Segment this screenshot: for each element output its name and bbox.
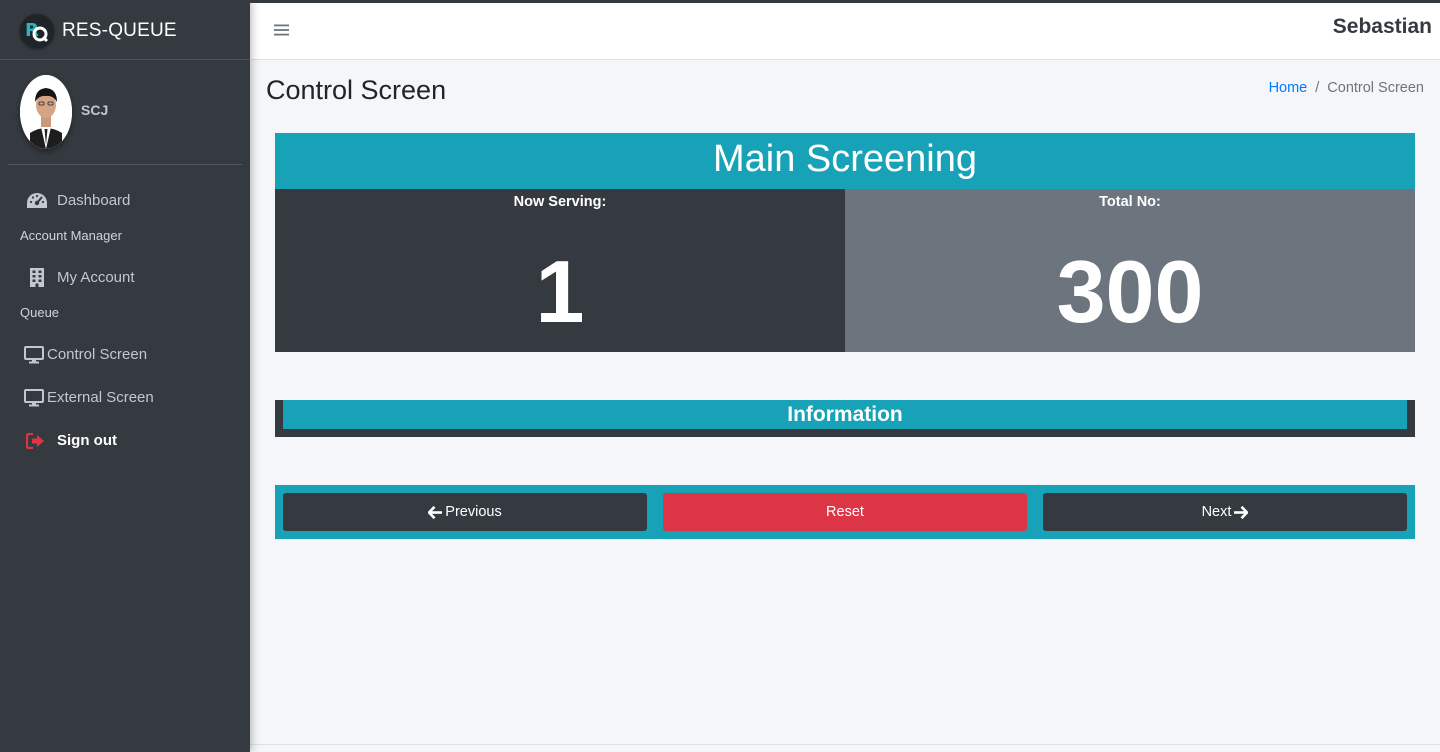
now-serving-box: Now Serving: 1: [275, 189, 845, 352]
reset-label: Reset: [826, 504, 864, 520]
tachometer-icon: [26, 191, 50, 211]
nav-header-account-manager: Account Manager: [20, 228, 122, 243]
brand-name: RES-QUEUE: [62, 20, 177, 41]
content-header: Control Screen Home / Control Screen: [266, 75, 1426, 111]
sidebar-item-control-screen[interactable]: Control Screen: [0, 341, 250, 368]
building-icon: [26, 268, 50, 288]
breadcrumb-home-link[interactable]: Home: [1269, 80, 1308, 96]
arrow-left-icon: [428, 505, 443, 519]
user-avatar[interactable]: [20, 75, 72, 149]
reset-button[interactable]: Reset: [663, 493, 1027, 531]
top-navbar: Sebastian: [250, 3, 1440, 60]
desktop-icon: [24, 388, 45, 408]
arrow-right-icon: [1234, 505, 1249, 519]
sidebar-item-my-account[interactable]: My Account: [0, 264, 250, 291]
breadcrumb-separator: /: [1315, 80, 1320, 96]
previous-label: Previous: [445, 504, 502, 520]
sidebar-item-label: External Screen: [47, 389, 154, 406]
sidebar-item-sign-out[interactable]: Sign out: [0, 427, 250, 454]
breadcrumb-current: Control Screen: [1327, 80, 1424, 96]
sidebar-item-label: Dashboard: [57, 192, 131, 209]
page-title: Control Screen: [266, 75, 447, 105]
sidebar-user-name[interactable]: SCJ: [81, 102, 108, 118]
next-button[interactable]: Next: [1043, 493, 1407, 531]
information-panel: Information: [275, 400, 1415, 437]
breadcrumb: Home / Control Screen: [1269, 80, 1424, 96]
sidebar-item-label: My Account: [57, 269, 135, 286]
user-panel: SCJ: [8, 60, 242, 165]
desktop-icon: [24, 345, 45, 365]
previous-button[interactable]: Previous: [283, 493, 647, 531]
sidebar-item-dashboard[interactable]: Dashboard: [0, 187, 250, 214]
total-label: Total No:: [1099, 194, 1161, 210]
now-serving-label: Now Serving:: [513, 194, 607, 210]
screen-name-banner: Main Screening: [275, 133, 1415, 189]
next-label: Next: [1201, 504, 1232, 520]
sidebar-item-external-screen[interactable]: External Screen: [0, 384, 250, 411]
menu-toggle-icon[interactable]: [274, 23, 289, 41]
top-edge-line: [0, 0, 1440, 3]
footer-divider: [250, 744, 1440, 745]
navbar-user-name[interactable]: Sebastian: [1333, 15, 1432, 39]
sidebar-item-label: Control Screen: [47, 346, 148, 363]
nav-header-queue: Queue: [20, 305, 60, 320]
sidebar-item-label: Sign out: [57, 432, 117, 449]
queue-controls: Previous Reset Next: [275, 485, 1415, 539]
app-logo: R: [20, 14, 54, 48]
total-number: 300: [1056, 242, 1204, 341]
sidebar-nav: Dashboard Account Manager My Account Que…: [0, 165, 250, 454]
information-title: Information: [283, 400, 1407, 429]
sidebar: R RES-QUEUE SCJ Dashboard Account Manage…: [0, 0, 250, 752]
sign-out-icon: [26, 431, 50, 451]
brand-link[interactable]: R RES-QUEUE: [0, 0, 250, 60]
total-box: Total No: 300: [845, 189, 1415, 352]
now-serving-number: 1: [535, 242, 585, 341]
